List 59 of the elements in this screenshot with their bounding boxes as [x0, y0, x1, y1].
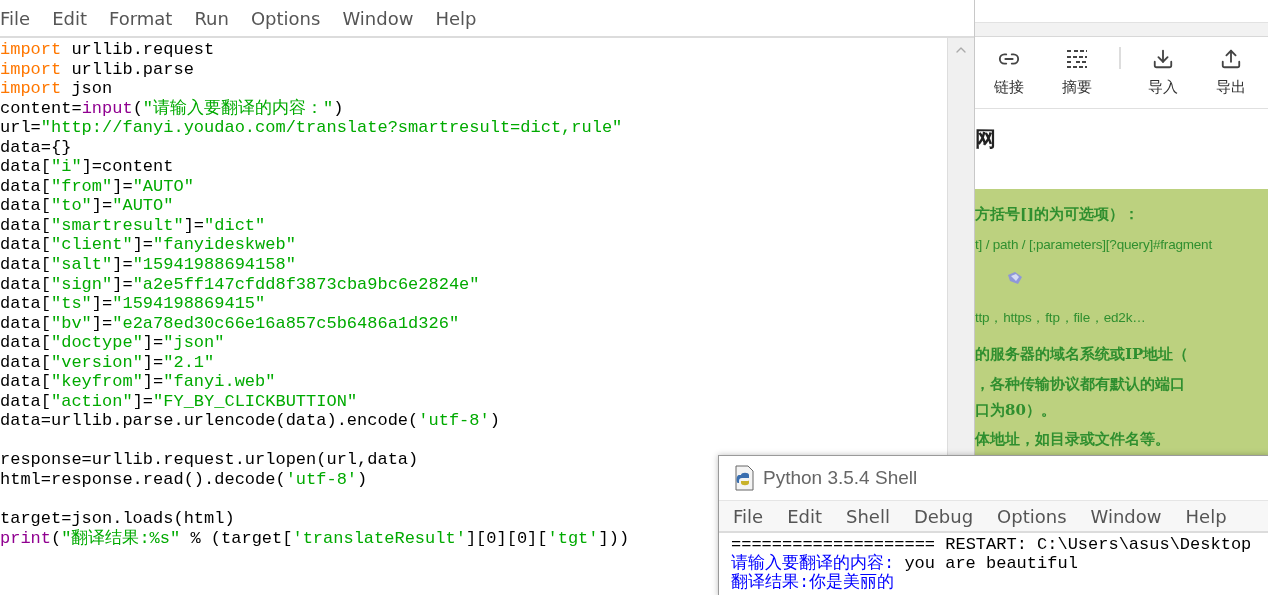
upload-icon: [1220, 48, 1242, 70]
menu-item[interactable]: Edit: [52, 7, 87, 29]
window-title: Python 3.5.4 Shell: [763, 467, 918, 489]
code-line: data["ts"]="1594198869415": [0, 294, 266, 314]
code-line: import json: [0, 79, 113, 99]
clipart-icon: [1007, 271, 1023, 285]
image-text: ttp，https，ftp，file，ed2k…: [975, 310, 1146, 325]
code-line: data["client"]="fanyideskweb": [0, 235, 296, 255]
image-text: 的服务器的域名系统或IP地址（: [975, 345, 1189, 363]
image-text: t] / path / [;parameters][?query]#fragment: [975, 237, 1212, 252]
toolbar-button[interactable]: 链接: [975, 48, 1043, 97]
code-line: content=input("请输入要翻译的内容："): [0, 98, 344, 119]
code-line: response=urllib.request.urlopen(url,data): [0, 450, 419, 471]
code-line: target=json.loads(html): [0, 509, 235, 529]
menu-item[interactable]: Help: [435, 7, 477, 29]
article-title: 网: [975, 127, 996, 150]
code-line: data["version"]="2.1": [0, 352, 215, 373]
code-line: data["smartresult"]="dict": [0, 215, 266, 236]
code-line: import urllib.parse: [0, 59, 194, 80]
code-line: data["salt"]="15941988694158": [0, 255, 296, 275]
menu-item[interactable]: Debug: [913, 505, 974, 527]
code-line: data["from"]="AUTO": [0, 176, 194, 197]
code-line: import urllib.request: [0, 40, 215, 60]
shell-line: ==================== RESTART: C:\Users\asus\Desktop: [731, 535, 1252, 554]
shell-line: 请输入要翻译的内容: you are beautiful: [731, 554, 1078, 573]
image-text: 方括号[]的为可选项）：: [975, 205, 1140, 223]
code-line: data["doctype"]="json": [0, 333, 225, 353]
code-line: data["bv"]="e2a78ed30c66e16a857c5b6486a1d326": [0, 313, 460, 334]
code-line: html=response.read().decode('utf-8'): [0, 470, 368, 490]
toolbar-button[interactable]: 导入: [1129, 48, 1197, 97]
code-line: data["i"]=content: [0, 157, 174, 177]
menu-item[interactable]: Window: [1090, 505, 1162, 527]
menu-item[interactable]: Window: [342, 7, 414, 29]
list-icon: [1066, 48, 1088, 70]
toolbar-button[interactable]: 摘要: [1043, 48, 1111, 97]
menu-item[interactable]: Options: [250, 7, 321, 29]
menu-item[interactable]: Edit: [787, 505, 822, 527]
menu-item[interactable]: Help: [1185, 505, 1227, 527]
code-line: data["sign"]="a2e5ff147cfdd8f3873cba9bc6e2824e": [0, 274, 480, 295]
code-line: data["action"]="FY_BY_CLICKBUTTION": [0, 391, 358, 412]
image-text: ，各种传输协议都有默认的端口: [975, 375, 1185, 393]
code-line: data=urllib.parse.urlencode(data).encode('utf-8'): [0, 411, 500, 431]
code-line: print("翻译结果:%s" % (target['translateResult'][0][0]['tgt'])): [0, 528, 630, 549]
code-line: data["keyfrom"]="fanyi.web": [0, 372, 276, 392]
menu-item[interactable]: Format: [109, 7, 173, 29]
menu-item[interactable]: File: [0, 7, 31, 29]
code-line: data={}: [0, 137, 72, 158]
image-text: 体地址，如目录或文件名等。: [975, 430, 1170, 448]
python-file-icon: [733, 465, 757, 491]
shell-line: 翻译结果:你是美丽的: [731, 573, 895, 592]
download-icon: [1152, 48, 1174, 70]
menu-item[interactable]: Options: [997, 505, 1067, 527]
image-text: 口为80）。: [975, 401, 1056, 419]
code-line: data["to"]="AUTO": [0, 196, 174, 216]
code-line: url="http://fanyi.youdao.com/translate?smartresult=dict,rule": [0, 118, 623, 138]
menu-item[interactable]: Shell: [846, 505, 890, 527]
menu-item[interactable]: Run: [194, 7, 229, 29]
toolbar-button[interactable]: 导出: [1197, 48, 1265, 97]
menu-item[interactable]: File: [733, 505, 764, 527]
